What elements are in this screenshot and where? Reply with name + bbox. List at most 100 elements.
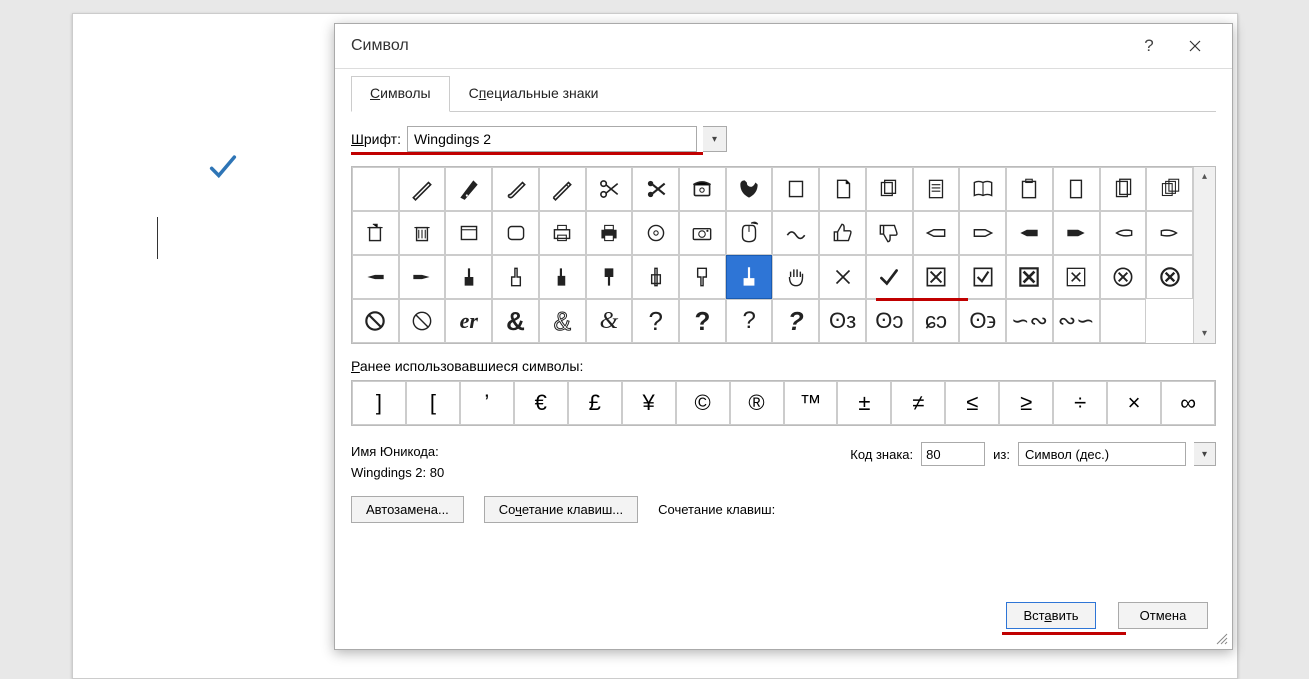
recent-symbol-cell[interactable]: ± bbox=[837, 381, 891, 425]
symbol-cell[interactable] bbox=[679, 211, 726, 255]
recent-symbol-cell[interactable]: € bbox=[514, 381, 568, 425]
symbol-cell[interactable] bbox=[1053, 211, 1100, 255]
symbol-cell[interactable]: ? bbox=[772, 299, 819, 343]
symbol-cell[interactable] bbox=[632, 211, 679, 255]
symbol-cell[interactable] bbox=[772, 167, 819, 211]
symbol-cell[interactable] bbox=[586, 255, 633, 299]
symbol-cell[interactable] bbox=[726, 211, 773, 255]
symbol-cell[interactable] bbox=[539, 211, 586, 255]
symbol-cell[interactable] bbox=[586, 167, 633, 211]
close-button[interactable] bbox=[1172, 31, 1218, 61]
recent-symbol-cell[interactable]: ® bbox=[730, 381, 784, 425]
resize-grip[interactable] bbox=[1214, 631, 1228, 645]
symbol-cell[interactable]: ʘ϶ bbox=[959, 299, 1006, 343]
symbol-cell[interactable] bbox=[772, 255, 819, 299]
recent-symbol-cell[interactable]: [ bbox=[406, 381, 460, 425]
symbol-cell[interactable] bbox=[959, 255, 1006, 299]
recent-symbol-cell[interactable]: £ bbox=[568, 381, 622, 425]
symbol-cell[interactable] bbox=[1146, 211, 1193, 255]
symbol-cell[interactable] bbox=[1100, 255, 1147, 299]
symbol-cell[interactable] bbox=[913, 255, 960, 299]
recent-symbol-cell[interactable]: ] bbox=[352, 381, 406, 425]
symbol-cell[interactable] bbox=[445, 255, 492, 299]
scroll-down-icon[interactable]: ▾ bbox=[1202, 328, 1207, 339]
recent-symbol-cell[interactable]: ™ bbox=[784, 381, 838, 425]
symbol-cell[interactable] bbox=[913, 211, 960, 255]
symbol-cell[interactable] bbox=[1146, 255, 1193, 299]
symbol-cell[interactable]: ? bbox=[679, 299, 726, 343]
recent-symbol-cell[interactable]: ÷ bbox=[1053, 381, 1107, 425]
symbol-cell[interactable] bbox=[959, 211, 1006, 255]
symbol-cell[interactable]: ∽∾ bbox=[1006, 299, 1053, 343]
symbol-cell[interactable] bbox=[632, 167, 679, 211]
recent-symbol-cell[interactable]: ’ bbox=[460, 381, 514, 425]
from-select[interactable]: Символ (дес.) bbox=[1018, 442, 1186, 466]
symbol-cell[interactable] bbox=[539, 255, 586, 299]
symbol-cell[interactable] bbox=[352, 167, 399, 211]
symbol-cell[interactable]: ʘɔ bbox=[866, 299, 913, 343]
symbol-cell[interactable] bbox=[399, 299, 446, 343]
autocorrect-button[interactable]: Автозамена... bbox=[351, 496, 464, 523]
symbol-cell[interactable] bbox=[772, 211, 819, 255]
symbol-cell[interactable] bbox=[1006, 255, 1053, 299]
symbol-cell[interactable] bbox=[445, 211, 492, 255]
recent-symbol-cell[interactable]: ≥ bbox=[999, 381, 1053, 425]
insert-button[interactable]: Вставить bbox=[1006, 602, 1096, 629]
symbol-cell[interactable]: ? bbox=[726, 299, 773, 343]
recent-symbol-cell[interactable]: ¥ bbox=[622, 381, 676, 425]
symbol-cell[interactable]: & bbox=[586, 299, 633, 343]
recent-symbol-cell[interactable]: ≤ bbox=[945, 381, 999, 425]
symbol-cell[interactable] bbox=[539, 167, 586, 211]
from-dropdown-button[interactable]: ▾ bbox=[1194, 442, 1216, 466]
scroll-up-icon[interactable]: ▴ bbox=[1202, 171, 1207, 182]
symbol-cell[interactable] bbox=[679, 255, 726, 299]
symbol-cell[interactable] bbox=[399, 211, 446, 255]
symbol-cell[interactable] bbox=[1100, 299, 1147, 343]
symbol-cell[interactable] bbox=[1100, 211, 1147, 255]
symbol-cell[interactable] bbox=[492, 255, 539, 299]
recent-symbol-cell[interactable]: ∞ bbox=[1161, 381, 1215, 425]
symbol-cell[interactable] bbox=[492, 167, 539, 211]
tab-special[interactable]: Специальные знаки bbox=[450, 76, 618, 112]
symbol-cell[interactable] bbox=[866, 255, 913, 299]
symbol-cell[interactable] bbox=[1006, 167, 1053, 211]
code-input[interactable] bbox=[921, 442, 985, 466]
symbol-cell[interactable] bbox=[445, 167, 492, 211]
recent-symbol-cell[interactable]: ≠ bbox=[891, 381, 945, 425]
symbol-cell[interactable]: ʘз bbox=[819, 299, 866, 343]
symbol-cell[interactable] bbox=[959, 167, 1006, 211]
symbol-cell[interactable] bbox=[352, 211, 399, 255]
shortcut-button[interactable]: Сочетание клавиш... bbox=[484, 496, 638, 523]
symbol-cell[interactable] bbox=[1100, 167, 1147, 211]
symbol-cell[interactable] bbox=[399, 255, 446, 299]
symbol-cell[interactable]: & bbox=[492, 299, 539, 343]
symbol-cell[interactable] bbox=[1053, 255, 1100, 299]
recent-symbol-cell[interactable]: © bbox=[676, 381, 730, 425]
recent-symbol-cell[interactable]: × bbox=[1107, 381, 1161, 425]
symbol-cell[interactable] bbox=[399, 167, 446, 211]
symbol-cell[interactable] bbox=[866, 211, 913, 255]
symbol-cell[interactable] bbox=[492, 211, 539, 255]
symbol-cell[interactable] bbox=[726, 167, 773, 211]
symbol-cell[interactable] bbox=[819, 255, 866, 299]
symbol-cell[interactable]: er bbox=[445, 299, 492, 343]
symbol-cell[interactable]: ∾∽ bbox=[1053, 299, 1100, 343]
tab-symbols[interactable]: Символы bbox=[351, 76, 450, 112]
symbol-cell[interactable] bbox=[586, 211, 633, 255]
symbol-cell[interactable] bbox=[819, 167, 866, 211]
grid-scrollbar[interactable]: ▴ ▾ bbox=[1193, 167, 1215, 343]
symbol-cell[interactable] bbox=[866, 167, 913, 211]
symbol-cell[interactable]: ɕɔ bbox=[913, 299, 960, 343]
symbol-cell[interactable] bbox=[352, 299, 399, 343]
symbol-cell[interactable]: ? bbox=[632, 299, 679, 343]
symbol-cell[interactable] bbox=[726, 255, 773, 299]
symbol-cell[interactable]: & bbox=[539, 299, 586, 343]
symbol-cell[interactable] bbox=[352, 255, 399, 299]
symbol-cell[interactable] bbox=[1053, 167, 1100, 211]
font-dropdown-button[interactable]: ▾ bbox=[703, 126, 727, 152]
symbol-cell[interactable] bbox=[913, 167, 960, 211]
cancel-button[interactable]: Отмена bbox=[1118, 602, 1208, 629]
help-button[interactable]: ? bbox=[1126, 31, 1172, 61]
symbol-cell[interactable] bbox=[632, 255, 679, 299]
symbol-cell[interactable] bbox=[679, 167, 726, 211]
